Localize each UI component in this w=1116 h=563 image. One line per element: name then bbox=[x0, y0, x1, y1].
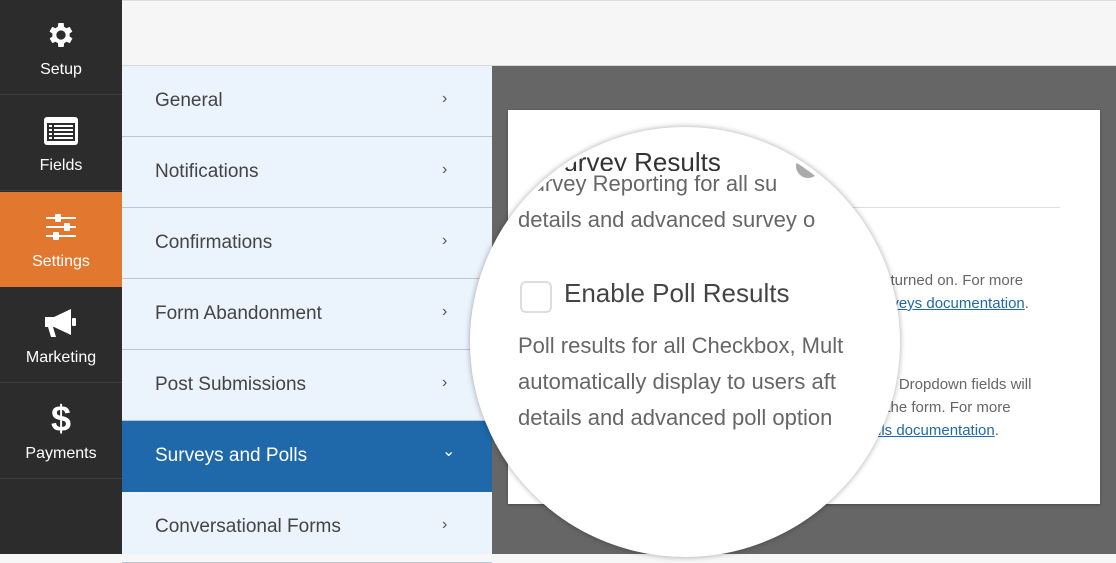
nav-item-label: General bbox=[155, 90, 223, 111]
poll-results-text: automatically display to users aft bbox=[518, 369, 836, 394]
dollar-icon: $ bbox=[50, 398, 72, 439]
enable-poll-results-checkbox[interactable] bbox=[520, 281, 552, 313]
poll-desc-text: t the form. For more bbox=[878, 399, 1011, 416]
chevron-right-icon: › bbox=[442, 516, 448, 533]
nav-item-label: Form Abandonment bbox=[155, 303, 322, 324]
poll-description: nd Dropdown fields will t the form. For … bbox=[878, 373, 1031, 442]
sliders-icon bbox=[0, 210, 122, 244]
sidebar-item-payments[interactable]: $ Payments bbox=[0, 384, 122, 479]
sidebar-item-label: Payments bbox=[25, 445, 97, 462]
settings-nav: General › Notifications › Confirmations … bbox=[122, 66, 492, 563]
nav-item-label: Post Submissions bbox=[155, 374, 307, 395]
megaphone-icon bbox=[0, 306, 122, 340]
sidebar-item-label: Fields bbox=[39, 157, 83, 174]
sidebar-item-fields[interactable]: Fields bbox=[0, 96, 122, 191]
link-suffix: . bbox=[1024, 295, 1029, 312]
sidebar-item-settings[interactable]: Settings bbox=[0, 192, 122, 287]
nav-item-general[interactable]: General › bbox=[122, 66, 492, 137]
top-toolbar bbox=[122, 0, 1116, 66]
sidebar-item-label: Marketing bbox=[25, 349, 97, 366]
poll-desc-text: nd Dropdown fields will bbox=[878, 376, 1032, 393]
nav-item-conversational-forms[interactable]: Conversational Forms › bbox=[122, 492, 492, 563]
survey-description: e turned on. For more urveys documentati… bbox=[878, 269, 1029, 315]
poll-results-text: details and advanced poll option bbox=[518, 405, 833, 430]
surveys-documentation-link[interactable]: urveys documentation bbox=[878, 295, 1025, 312]
nav-item-label: Conversational Forms bbox=[155, 516, 341, 537]
sidebar-item-label: Setup bbox=[40, 61, 82, 78]
chevron-right-icon: › bbox=[442, 303, 448, 320]
nav-item-post-submissions[interactable]: Post Submissions › bbox=[122, 350, 492, 421]
survey-desc-text: e turned on. For more bbox=[878, 272, 1024, 289]
poll-results-text: Poll results for all Checkbox, Mult bbox=[518, 333, 844, 358]
chevron-right-icon: › bbox=[442, 374, 448, 391]
chevron-down-icon: ⌄ bbox=[442, 443, 456, 460]
gear-icon bbox=[0, 18, 122, 52]
nav-item-confirmations[interactable]: Confirmations › bbox=[122, 208, 492, 279]
chevron-right-icon: › bbox=[442, 232, 448, 249]
chevron-right-icon: › bbox=[442, 90, 448, 107]
chevron-right-icon: › bbox=[442, 161, 448, 178]
nav-item-form-abandonment[interactable]: Form Abandonment › bbox=[122, 279, 492, 350]
nav-item-notifications[interactable]: Notifications › bbox=[122, 137, 492, 208]
help-icon[interactable]: ? bbox=[796, 154, 820, 178]
enable-poll-results-label[interactable]: Enable Poll Results bbox=[564, 278, 789, 309]
builder-sidebar: Setup Fields Settings Marketing $ Paymen… bbox=[0, 0, 122, 554]
sidebar-item-setup[interactable]: Setup bbox=[0, 0, 122, 95]
nav-item-label: Confirmations bbox=[155, 232, 273, 253]
link-suffix: . bbox=[994, 422, 999, 439]
list-icon bbox=[0, 114, 122, 148]
sidebar-item-marketing[interactable]: Marketing bbox=[0, 288, 122, 383]
magnifier-callout: Survey Results ? Survey Reporting for al… bbox=[470, 127, 900, 557]
nav-item-surveys-and-polls[interactable]: Surveys and Polls ⌄ bbox=[122, 421, 492, 492]
nav-item-label: Surveys and Polls bbox=[155, 445, 308, 466]
sidebar-item-label: Settings bbox=[32, 253, 90, 270]
survey-reporting-text: details and advanced survey o bbox=[518, 207, 816, 232]
nav-item-label: Notifications bbox=[155, 161, 259, 182]
survey-reporting-text: Survey Reporting for all su bbox=[518, 171, 778, 197]
